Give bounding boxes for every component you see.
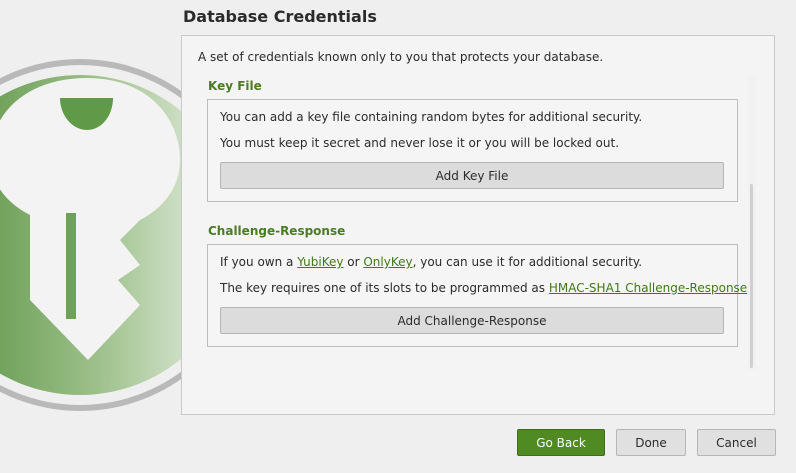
scrollbar-thumb[interactable] — [750, 184, 753, 368]
challenge-response-section-title: Challenge-Response — [208, 224, 346, 238]
text-segment: or — [343, 255, 364, 269]
key-file-section-title: Key File — [208, 79, 262, 93]
key-file-warning: You must keep it secret and never lose i… — [220, 136, 620, 150]
onlykey-link[interactable]: OnlyKey — [363, 255, 412, 269]
text-segment: If you own a — [220, 255, 298, 269]
go-back-button[interactable]: Go Back — [517, 429, 605, 456]
intro-text: A set of credentials known only to you t… — [198, 50, 604, 64]
yubikey-link[interactable]: YubiKey — [297, 255, 343, 269]
dialog-title: Database Credentials — [183, 7, 377, 26]
add-challenge-response-button[interactable]: Add Challenge-Response — [220, 307, 724, 334]
add-key-file-button[interactable]: Add Key File — [220, 162, 724, 189]
text-segment: , you can use it for additional security… — [412, 255, 643, 269]
key-file-group: You can add a key file containing random… — [207, 99, 738, 202]
challenge-response-requirement: The key requires one of its slots to be … — [220, 281, 751, 295]
hmac-sha1-link[interactable]: HMAC-SHA1 Challenge-Response — [549, 281, 747, 295]
challenge-response-group: If you own a YubiKey or OnlyKey, you can… — [207, 244, 751, 347]
challenge-response-description: If you own a YubiKey or OnlyKey, you can… — [220, 255, 642, 269]
text-segment: The key requires one of its slots to be … — [220, 281, 549, 295]
cancel-button[interactable]: Cancel — [697, 429, 776, 456]
credentials-panel: A set of credentials known only to you t… — [181, 35, 775, 415]
done-button[interactable]: Done — [616, 429, 686, 456]
vertical-scrollbar[interactable] — [748, 74, 756, 370]
key-file-description: You can add a key file containing random… — [220, 110, 643, 124]
